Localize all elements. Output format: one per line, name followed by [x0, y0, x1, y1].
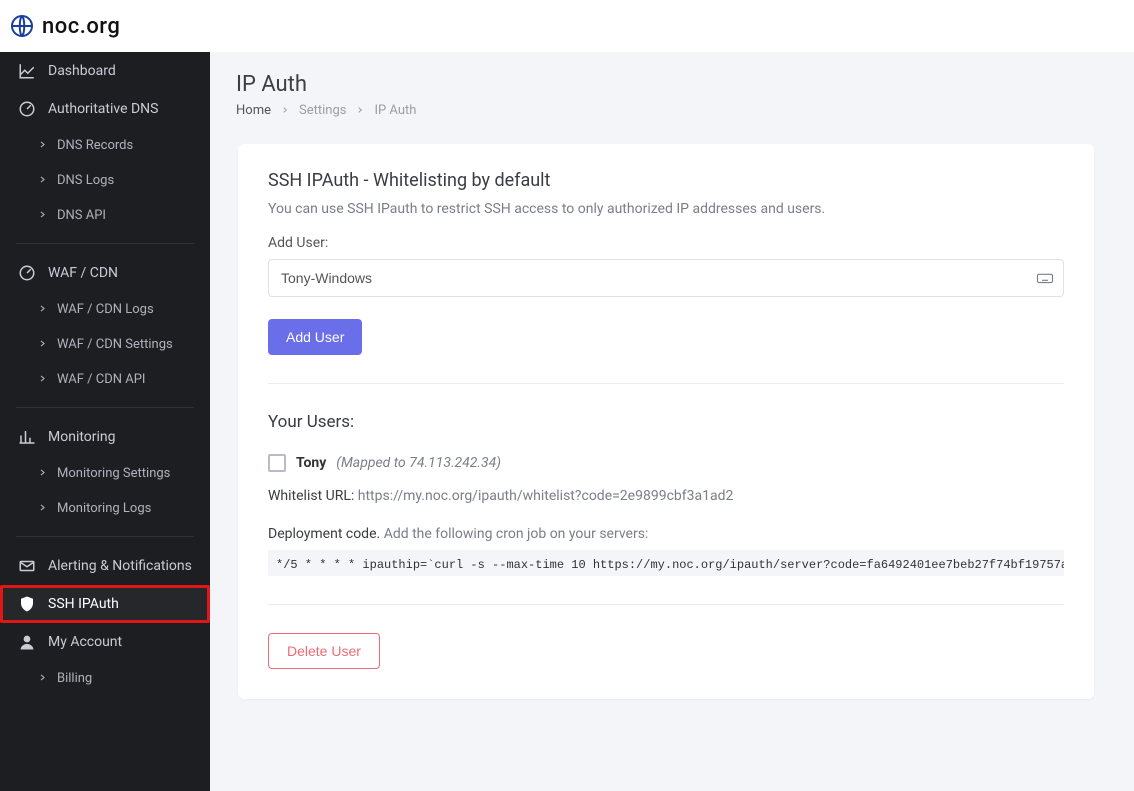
sidebar-item-label: Dashboard	[48, 63, 116, 79]
sidebar-item-monitoring[interactable]: Monitoring	[0, 418, 210, 456]
sidebar-item-label: WAF / CDN Logs	[57, 302, 154, 317]
mail-icon	[18, 557, 36, 575]
sidebar-item-label: WAF / CDN Settings	[57, 337, 173, 352]
sidebar-divider	[16, 407, 194, 408]
deployment-code: */5 * * * * ipauthip=`curl -s --max-time…	[268, 550, 1064, 572]
chevron-right-icon	[38, 138, 47, 153]
sidebar-item-label: SSH IPAuth	[48, 596, 119, 612]
shield-icon	[18, 595, 36, 613]
sidebar-item-label: DNS API	[57, 208, 106, 223]
chevron-right-icon	[38, 501, 47, 516]
brand-name: noc.org	[42, 14, 120, 39]
page-title: IP Auth	[236, 72, 1108, 97]
sidebar-item-ssh-ipauth[interactable]: SSH IPAuth	[0, 585, 210, 623]
chevron-right-icon	[281, 103, 289, 118]
sidebar-item-billing[interactable]: Billing	[0, 661, 210, 696]
sidebar-item-authoritative-dns[interactable]: Authoritative DNS	[0, 90, 210, 128]
topbar: noc.org	[0, 0, 1134, 52]
chevron-right-icon	[38, 208, 47, 223]
sidebar-item-dns-logs[interactable]: DNS Logs	[0, 163, 210, 198]
sidebar-item-monitoring-logs[interactable]: Monitoring Logs	[0, 491, 210, 526]
sidebar-item-label: Authoritative DNS	[48, 101, 158, 117]
breadcrumb: Home Settings IP Auth	[236, 103, 1108, 118]
chevron-right-icon	[38, 671, 47, 686]
sidebar-item-label: My Account	[48, 634, 122, 650]
breadcrumb-current: IP Auth	[374, 103, 416, 118]
sidebar-item-waf-cdn-logs[interactable]: WAF / CDN Logs	[0, 292, 210, 327]
divider	[268, 604, 1064, 605]
sidebar-item-label: DNS Logs	[57, 173, 114, 188]
globe-icon	[10, 14, 34, 38]
sidebar-item-label: Monitoring Logs	[57, 501, 151, 516]
bar-chart-icon	[18, 428, 36, 446]
sidebar: Dashboard Authoritative DNS DNS Records …	[0, 52, 210, 791]
page-header: IP Auth Home Settings IP Auth	[210, 52, 1134, 134]
user-icon	[18, 633, 36, 651]
sidebar-item-monitoring-settings[interactable]: Monitoring Settings	[0, 456, 210, 491]
add-user-label: Add User:	[268, 235, 1064, 251]
code-scrollbar[interactable]: */5 * * * * ipauthip=`curl -s --max-time…	[268, 550, 1064, 572]
breadcrumb-settings[interactable]: Settings	[299, 103, 346, 118]
card-description: You can use SSH IPauth to restrict SSH a…	[268, 201, 1064, 217]
sidebar-item-label: Billing	[57, 671, 92, 686]
sidebar-divider	[16, 243, 194, 244]
main-content: IP Auth Home Settings IP Auth SSH IPAuth…	[210, 52, 1134, 791]
deployment-code-box: */5 * * * * ipauthip=`curl -s --max-time…	[268, 550, 1064, 576]
chevron-right-icon	[38, 466, 47, 481]
user-row: Tony (Mapped to 74.113.242.34)	[268, 454, 1064, 472]
brand-logo[interactable]: noc.org	[10, 14, 120, 39]
gauge-icon	[18, 264, 36, 282]
whitelist-line: Whitelist URL: https://my.noc.org/ipauth…	[268, 488, 1064, 504]
chevron-right-icon	[38, 372, 47, 387]
deployment-line: Deployment code. Add the following cron …	[268, 526, 1064, 542]
gauge-icon	[18, 100, 36, 118]
sidebar-item-label: Alerting & Notifications	[48, 558, 192, 574]
breadcrumb-home[interactable]: Home	[236, 103, 271, 118]
your-users-heading: Your Users:	[268, 412, 1064, 432]
sidebar-item-label: DNS Records	[57, 138, 133, 153]
divider	[268, 383, 1064, 384]
sidebar-item-waf-cdn-api[interactable]: WAF / CDN API	[0, 362, 210, 397]
deployment-label: Deployment code.	[268, 526, 380, 542]
sidebar-item-my-account[interactable]: My Account	[0, 623, 210, 661]
chevron-right-icon	[38, 302, 47, 317]
user-checkbox[interactable]	[268, 454, 286, 472]
keyboard-icon	[1036, 269, 1054, 287]
add-user-button[interactable]: Add User	[268, 319, 362, 355]
sidebar-divider	[16, 536, 194, 537]
user-mapped-ip: (Mapped to 74.113.242.34)	[336, 455, 501, 471]
sidebar-item-dns-api[interactable]: DNS API	[0, 198, 210, 233]
chevron-right-icon	[38, 337, 47, 352]
ipauth-card: SSH IPAuth - Whitelisting by default You…	[238, 144, 1094, 699]
whitelist-url: https://my.noc.org/ipauth/whitelist?code…	[358, 488, 734, 504]
deployment-text: Add the following cron job on your serve…	[384, 526, 649, 542]
sidebar-item-dashboard[interactable]: Dashboard	[0, 52, 210, 90]
whitelist-label: Whitelist URL:	[268, 488, 354, 504]
sidebar-item-label: WAF / CDN API	[57, 372, 145, 387]
card-heading: SSH IPAuth - Whitelisting by default	[268, 170, 1064, 191]
chevron-right-icon	[356, 103, 364, 118]
sidebar-item-label: WAF / CDN	[48, 265, 118, 281]
add-user-input-wrap	[268, 259, 1064, 297]
delete-user-button[interactable]: Delete User	[268, 633, 380, 669]
sidebar-item-label: Monitoring Settings	[57, 466, 170, 481]
sidebar-item-waf-cdn-settings[interactable]: WAF / CDN Settings	[0, 327, 210, 362]
chevron-right-icon	[38, 173, 47, 188]
sidebar-item-label: Monitoring	[48, 429, 116, 445]
chart-line-icon	[18, 62, 36, 80]
sidebar-item-alerting[interactable]: Alerting & Notifications	[0, 547, 210, 585]
add-user-input[interactable]	[268, 259, 1064, 297]
sidebar-item-waf-cdn[interactable]: WAF / CDN	[0, 254, 210, 292]
user-name: Tony	[296, 455, 326, 471]
sidebar-item-dns-records[interactable]: DNS Records	[0, 128, 210, 163]
